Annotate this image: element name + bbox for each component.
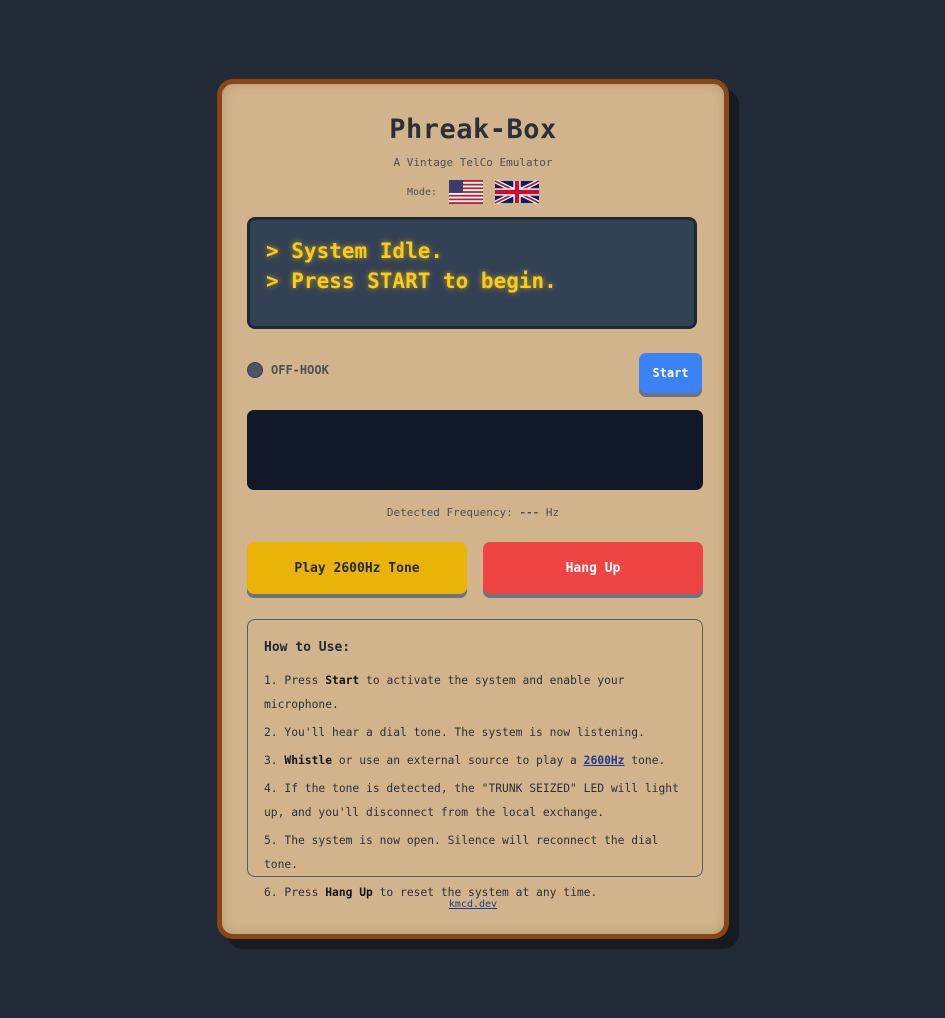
mode-label: Mode: [406,186,438,198]
status-indicator: OFF-HOOK [247,362,329,378]
step-emphasis: Start [325,674,360,687]
mode-selector: Mode: [222,179,724,205]
frequency-unit: Hz [545,506,560,519]
step-text: or use an external source to play a [332,754,584,767]
app-subtitle: A Vintage TelCo Emulator [393,156,553,169]
instruction-step: 3. Whistle or use an external source to … [264,749,686,773]
step-text: 3. [264,754,285,767]
status-led [247,362,263,378]
step-text: to reset the system at any time. [372,886,598,899]
app-title: Phreak-Box [389,114,557,145]
instruction-step: 2. You'll hear a dial tone. The system i… [264,726,645,739]
instruction-step: 4. If the tone is detected, the "TRUNK S… [264,782,679,819]
start-button[interactable]: Start [639,353,702,393]
hang-up-button[interactable]: Hang Up [483,542,703,594]
footer: kmcd.dev [222,899,724,910]
frequency-label: Detected Frequency: [386,506,513,519]
how-to-use-box: How to Use: 1. Press Start to activate t… [247,619,703,899]
status-led-label: OFF-HOOK [271,363,329,377]
instruction-step: 1. Press Start to activate the system an… [264,669,686,717]
step-emphasis: Whistle [284,754,333,767]
footer-link[interactable]: kmcd.dev [449,899,497,910]
frequency-value: --- [519,506,540,519]
step-text: 1. Press [264,674,326,687]
step-emphasis: Hang Up [325,886,373,899]
detected-frequency: Detected Frequency: --- Hz [222,506,724,519]
how-to-title: How to Use: [264,640,351,655]
phreak-box-panel: Phreak-Box A Vintage TelCo Emulator Mode… [217,79,729,939]
step-text: tone. [624,754,666,767]
screen-line: > Press START to begin. [266,269,557,293]
us-flag-icon[interactable] [449,180,484,204]
step-text: 6. Press [264,886,326,899]
display-screen: > System Idle. > Press START to begin. [247,217,697,329]
frequency-link[interactable]: 2600Hz [584,754,625,767]
screen-line: > System Idle. [266,239,444,263]
play-tone-button[interactable]: Play 2600Hz Tone [247,542,467,594]
instruction-step: 5. The system is now open. Silence will … [264,834,659,871]
uk-flag-icon[interactable] [495,180,540,204]
oscilloscope-visualizer [247,410,703,490]
